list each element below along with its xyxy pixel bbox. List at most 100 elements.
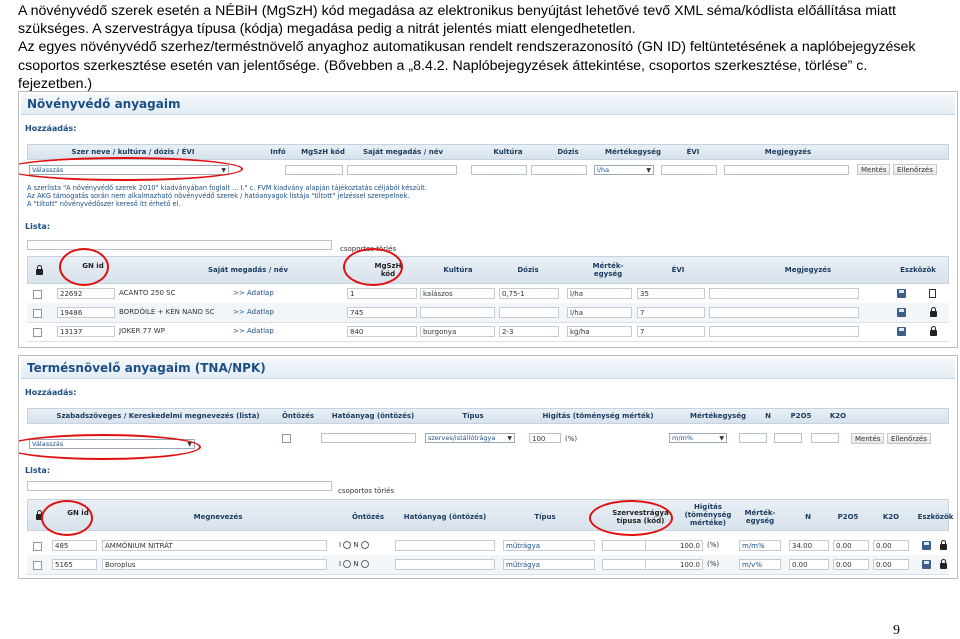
row-checkbox[interactable] xyxy=(33,290,42,299)
list-header-band: GN id Megnevezés Öntözés Hatóanyag (öntö… xyxy=(27,499,953,531)
save-button[interactable]: Mentés xyxy=(857,164,891,175)
note-line: A szerlista "A növényvédő szerek 2010" k… xyxy=(27,184,427,192)
note-input[interactable] xyxy=(724,165,849,175)
add-header: Hatóanyag (öntözés) xyxy=(331,412,415,420)
name-cell: AMMÓNIUM NITRÁT xyxy=(102,540,327,551)
annotation-ellipse xyxy=(589,500,673,536)
unit-cell[interactable]: kg/ha xyxy=(567,326,632,337)
row-checkbox[interactable] xyxy=(33,328,42,337)
list-filter-input[interactable] xyxy=(27,240,332,250)
datasheet-link[interactable]: >> Adatlap xyxy=(233,326,293,337)
add-header: Megjegyzés xyxy=(764,148,812,156)
list-filter-input[interactable] xyxy=(27,481,332,491)
table-row: 13137 JOKER 77 WP >> Adatlap 840 burgony… xyxy=(27,322,949,342)
add-header: MgSzH kód xyxy=(301,148,345,156)
chevron-down-icon: ▼ xyxy=(646,167,651,174)
type-cell[interactable]: műtrágya xyxy=(503,559,595,570)
evi-input[interactable] xyxy=(661,165,717,175)
code-cell: 745 xyxy=(347,307,417,318)
add-header: Mértékegység xyxy=(605,148,661,156)
list-header: Megjegyzés xyxy=(784,266,832,274)
lock-icon xyxy=(940,540,947,550)
unit-select[interactable]: m/m% ▼ xyxy=(669,433,727,443)
list-header: Dózis xyxy=(517,266,539,274)
percent-label: (%) xyxy=(707,560,720,568)
gn-id-cell: 5165 xyxy=(52,559,97,570)
unit-cell[interactable]: m/m% xyxy=(739,540,781,551)
culture-cell: burgonya xyxy=(420,326,495,337)
irrigation-radio[interactable]: I N xyxy=(339,559,379,570)
group-delete-link[interactable]: csoportos törlés xyxy=(335,486,397,497)
annotation-ellipse xyxy=(41,500,93,536)
add-header: N xyxy=(765,412,771,420)
gn-id-cell: 19486 xyxy=(57,307,115,318)
own-name-input[interactable] xyxy=(347,165,457,175)
unit-select[interactable]: l/ha ▼ xyxy=(594,165,654,175)
paragraph-1: A növényvédő szerek esetén a NÉBiH (MgSz… xyxy=(18,3,896,38)
note-line[interactable]: A "tiltott" növényvédőszer kereső itt ér… xyxy=(27,200,507,208)
annotation-ellipse xyxy=(343,248,403,286)
save-icon[interactable] xyxy=(897,308,906,317)
list-header: Eszközök xyxy=(917,513,954,521)
percent-label: (%) xyxy=(565,435,578,443)
save-button[interactable]: Mentés xyxy=(851,433,885,444)
add-header: Infó xyxy=(270,148,286,156)
list-header: Kultúra xyxy=(443,266,473,274)
p2o5-cell: 0.00 xyxy=(833,540,869,551)
gn-id-cell: 13137 xyxy=(57,326,115,337)
type-cell[interactable]: műtrágya xyxy=(503,540,595,551)
n-input[interactable] xyxy=(739,433,767,443)
table-row: 22692 ACANTO 250 SC >> Adatlap 1 kalászo… xyxy=(27,284,949,304)
panel-title: Termésnövelő anyagaim (TNA/NPK) xyxy=(21,358,955,379)
add-header: Típus xyxy=(462,412,484,420)
type-select[interactable]: szerves/istállótrágya ▼ xyxy=(425,433,515,443)
dose-input[interactable] xyxy=(531,165,587,175)
datasheet-link[interactable]: >> Adatlap xyxy=(233,288,293,299)
paragraph-2: Az egyes növényvédő szerhez/terméstnövel… xyxy=(18,39,916,92)
name-cell: BORDÓILÉ + KÉN NANO SC xyxy=(119,308,215,316)
mgszh-code-input[interactable] xyxy=(285,165,343,175)
k2o-input[interactable] xyxy=(811,433,839,443)
info-note: A szerlista "A növényvédő szerek 2010" k… xyxy=(27,184,507,208)
delete-icon[interactable] xyxy=(929,289,936,298)
n-cell: 0.00 xyxy=(789,559,829,570)
unit-cell[interactable]: l/ha xyxy=(567,307,632,318)
p2o5-input[interactable] xyxy=(774,433,802,443)
irrigation-radio[interactable]: I N xyxy=(339,540,379,551)
irrigation-checkbox[interactable] xyxy=(282,434,291,443)
unit-cell[interactable]: l/ha xyxy=(567,288,632,299)
add-header: Kultúra xyxy=(493,148,523,156)
add-section-label: Hozzáadás: xyxy=(25,124,77,133)
dilution-cell: 100.0 xyxy=(645,559,703,570)
k2o-cell: 0.00 xyxy=(873,559,909,570)
add-header-band: Szabadszöveges / Kereskedelmi megnevezés… xyxy=(27,408,949,424)
list-header: Megnevezés xyxy=(193,513,243,521)
dilution-input[interactable]: 100 xyxy=(529,433,561,443)
active-ingredient-input[interactable] xyxy=(321,433,416,443)
annotation-ellipse xyxy=(59,248,109,286)
culture-input[interactable] xyxy=(471,165,527,175)
save-icon[interactable] xyxy=(897,289,906,298)
unit-cell[interactable]: m/v% xyxy=(739,559,781,570)
row-checkbox[interactable] xyxy=(33,561,42,570)
lock-icon xyxy=(930,307,937,317)
row-checkbox[interactable] xyxy=(33,309,42,318)
yield-enhancer-panel: Termésnövelő anyagaim (TNA/NPK) Hozzáadá… xyxy=(18,355,958,579)
add-header: Saját megadás / név xyxy=(362,148,444,156)
name-cell: ACANTO 250 SC xyxy=(119,289,176,297)
save-icon[interactable] xyxy=(922,560,931,569)
annotation-ellipse xyxy=(19,434,201,460)
save-icon[interactable] xyxy=(922,541,931,550)
check-button[interactable]: Ellenőrzés xyxy=(893,164,937,175)
list-header: Saját megadás / név xyxy=(207,266,289,274)
list-header: Hatóanyag (öntözés) xyxy=(403,513,487,521)
n-cell: 34.00 xyxy=(789,540,829,551)
check-button[interactable]: Ellenőrzés xyxy=(887,433,931,444)
evi-cell: 7 xyxy=(637,307,705,318)
save-icon[interactable] xyxy=(897,327,906,336)
row-checkbox[interactable] xyxy=(33,542,42,551)
name-cell: JOKER 77 WP xyxy=(119,327,165,335)
datasheet-link[interactable]: >> Adatlap xyxy=(233,307,293,318)
add-header: ÉVI xyxy=(686,148,700,156)
note-cell xyxy=(709,326,859,337)
